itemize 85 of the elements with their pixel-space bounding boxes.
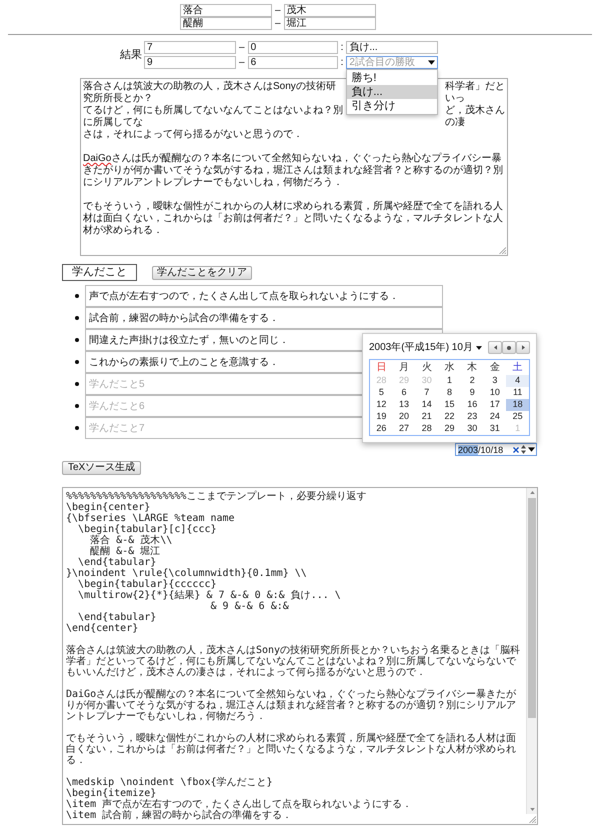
dash-text: – — [275, 5, 281, 16]
prev-month-button[interactable] — [488, 341, 502, 354]
source-line: \item 試合前，練習の時から試合の準備をする． — [66, 810, 294, 821]
team-name-field[interactable]: 茂木 — [284, 4, 376, 17]
resize-grip-icon[interactable] — [529, 816, 536, 823]
dash-text: – — [239, 57, 245, 68]
dot-icon — [507, 346, 511, 350]
memo-text: 落合さんは筑波大の助教の人，茂木さんはSonyの技術研究所所長とか？ — [83, 81, 337, 104]
source-line: 醍醐 &-& 堀江 — [89, 546, 162, 557]
caret-down-icon — [428, 60, 436, 65]
outcome-field[interactable]: 負け... — [346, 41, 438, 54]
weekday-label: 火 — [420, 360, 433, 375]
score-field[interactable]: 9 — [144, 56, 236, 69]
next-month-button[interactable] — [516, 341, 530, 354]
weekday-label: 金 — [488, 361, 501, 375]
colon-text: : — [340, 57, 344, 68]
generate-tex-button[interactable]: TeXソース生成 — [62, 461, 142, 475]
bullet-icon — [75, 382, 79, 386]
menu-option[interactable]: 引き分け — [347, 99, 438, 113]
memo-text: さは，それによって何ら揺るがないと思うので． — [83, 129, 304, 141]
source-line: \end{tabular} — [77, 612, 158, 623]
team-name-field[interactable]: 醍醐 — [180, 17, 272, 30]
source-line: %%%%%%%%%%%%%%%%%%%%ここまでテンプレート，必要分繰り返す — [66, 491, 368, 502]
clear-learned-button[interactable]: 学んだことをクリア — [152, 266, 252, 280]
memo-text: ど，茂木さんの凄 — [445, 105, 505, 129]
source-line: 落合 &-& 茂木\\ — [89, 535, 174, 546]
memo-text: 科学者」だといっ — [445, 81, 505, 104]
spinner-icon[interactable] — [521, 445, 526, 454]
calendar-day[interactable]: 18 — [506, 399, 529, 411]
scrollbar-thumb[interactable] — [528, 498, 536, 718]
source-line: \begin{tabular}{cccccc} — [77, 579, 218, 590]
colon-text: : — [340, 42, 344, 53]
bullet-icon — [75, 316, 79, 320]
tex-source-textarea[interactable] — [62, 487, 538, 825]
weekday-label: 月 — [398, 361, 410, 375]
scroll-up-icon[interactable] — [530, 491, 534, 494]
menu-option[interactable]: 負け... — [347, 85, 438, 99]
weekday-label: 水 — [443, 360, 456, 375]
source-line: \begin{center} — [66, 502, 152, 513]
dash-text: – — [239, 42, 245, 53]
source-line: \begin{itemize} — [66, 788, 158, 799]
weekday-label: 日 — [375, 361, 388, 375]
bullet-icon — [75, 338, 79, 342]
bullet-icon — [75, 294, 79, 298]
menu-option[interactable]: 勝ち! — [347, 71, 438, 85]
memo-text: てるけど，何にも所属してないなんてことはないよね？別に所属してな — [83, 105, 344, 128]
source-line: \begin{tabular}[c]{ccc} — [77, 524, 218, 535]
source-line: {\bfseries \LARGE %team name — [66, 513, 236, 524]
source-line: \end{tabular} — [77, 557, 158, 568]
bullet-icon — [75, 404, 79, 408]
weekday-label: 木 — [466, 360, 478, 375]
source-line: }\noindent \rule{\columnwidth}{0.1mm} \\ — [66, 568, 308, 579]
source-line: \multirow{2}{*}{結果} & 7 &-& 0 &:& 負け... \ — [77, 590, 342, 601]
source-line: \medskip \noindent \fbox{学んだこと} — [66, 777, 274, 788]
scrollbar[interactable] — [526, 488, 537, 814]
score-field[interactable]: 7 — [144, 41, 236, 54]
source-line: & 9 &-& 6 &:& — [210, 601, 290, 612]
caret-down-icon — [528, 447, 535, 452]
source-line: \item 声で点が左右すつので，たくさん出して点を取られないようにする． — [66, 799, 414, 810]
clear-icon[interactable] — [513, 446, 519, 452]
memo-paragraph: でもそういう，曖昧な個性がこれからの人材に求められる素質，所属や経歴で全てを語れる人材は面白くない，これからは「お前は何者だ？」と問いたくなるような，マルチタレントな人材が求められる． — [83, 201, 504, 237]
scroll-down-icon[interactable] — [530, 808, 534, 811]
memo-paragraph: DaiGoさんは氏が醍醐なの？本名について全然知らないね，ぐぐったら熱心なプライバシー暴きたがりが何か書いてそうな気がするね，堀江さんは類まれな経営者？と称するのが適切？別にシリアルアントレプレナーでもないしね，何物だろう． — [83, 153, 504, 189]
source-line: DaiGoさんは氏が醍醐なの？本名について全然知らないね，ぐぐったら熱心なプライバシー暴きたがりが何か書いてそうな気がするね，堀江さんは類まれな経営者？と称するのが適切？別にシリアルアントレプレナーでもないしね，何物だろう． — [66, 689, 518, 722]
calendar-day[interactable]: 4 — [506, 375, 529, 387]
today-button[interactable] — [502, 341, 516, 354]
bullet-icon — [75, 360, 79, 364]
team-name-field[interactable]: 落合 — [180, 4, 272, 17]
team-name-field[interactable]: 堀江 — [284, 17, 376, 30]
learned-heading: 学んだこと — [62, 264, 137, 281]
score-field[interactable]: 6 — [248, 56, 338, 69]
learned-item-field[interactable]: 声で点が左右すつので，たくさん出して点を取られないようにする． — [85, 285, 443, 307]
caret-left-icon — [494, 345, 496, 350]
caret-right-icon — [522, 345, 524, 350]
source-line: でもそういう，曖昧な個性がこれからの人材に求められる素質，所属や経歴で全てを語れる人材は面白くない，これからは「お前は何者だ？」と問いたくなるような，マルチタレントな人材が求められる． — [66, 733, 517, 766]
score-field[interactable]: 0 — [248, 41, 338, 54]
resize-grip-icon[interactable] — [499, 247, 506, 254]
weekday-label: 土 — [512, 360, 524, 375]
dash-text: – — [275, 18, 281, 29]
caret-down-icon — [476, 346, 482, 350]
source-line: 落合さんは筑波大の助教の人，茂木さんはSonyの技術研究所所長とか？いちおう名乗るときは「脳科学者」だといってるけど，何にも所属してないなんてことはないよね？別に所属してないならないでもいいんだけど，茂木さんの凄さは，それによって何ら揺るがないと思うので． — [66, 645, 522, 678]
bullet-icon — [75, 426, 79, 430]
learned-item-field[interactable]: 試合前，練習の時から試合の準備をする． — [85, 307, 443, 329]
source-line: \end{center} — [66, 623, 140, 634]
result-label: 結果 — [120, 49, 142, 61]
